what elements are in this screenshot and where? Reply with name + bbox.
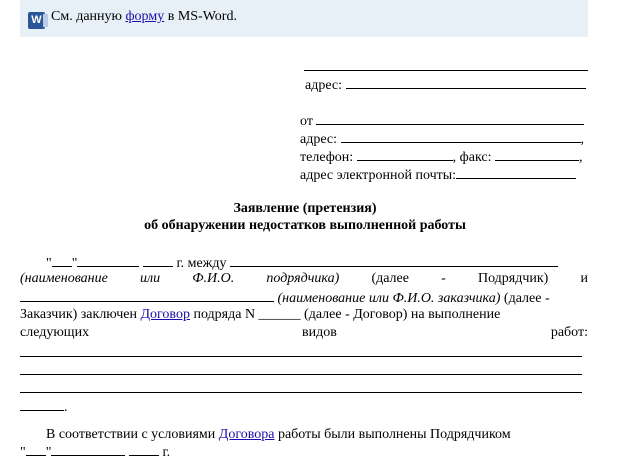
banner-text-before: См. данную <box>51 9 122 24</box>
header-phone-fax: телефон: , факс: , <box>300 150 583 165</box>
works-blank-4: . <box>20 398 68 416</box>
works-blank-3 <box>20 392 582 393</box>
header-from: от <box>300 112 585 130</box>
document-subtitle: об обнаружении недостатков выполненной р… <box>144 218 466 233</box>
date-line: " " г. между <box>46 254 558 272</box>
works-blank-2 <box>20 374 582 375</box>
customer-line: (наименование или Ф.И.О. заказчика) (дал… <box>20 289 550 307</box>
word-icon: W <box>28 12 48 29</box>
contract-link[interactable]: Договор <box>140 307 189 322</box>
header-address-1: адрес: <box>305 76 586 94</box>
document-title: Заявление (претензия) <box>233 201 377 216</box>
banner-text-after: в MS-Word. <box>167 9 237 24</box>
header-blank-line <box>304 70 588 71</box>
accordance-line: В соответствии с условиями Договора рабо… <box>46 427 511 442</box>
works-blank-1 <box>20 356 582 357</box>
header-email: адрес электронной почты: <box>300 166 577 184</box>
contract-link-2[interactable]: Договора <box>219 427 275 442</box>
contractor-line: (наименование или Ф.И.О. подрядчика) (да… <box>20 271 588 286</box>
completion-date-line: " " г. <box>20 445 171 460</box>
form-link[interactable]: форму <box>125 9 164 24</box>
contract-line: Заказчик) заключен Договор подряда N ___… <box>20 307 501 322</box>
header-address-2: адрес: , <box>300 132 585 147</box>
ms-word-banner: W См. данную форму в MS-Word. <box>20 0 588 37</box>
